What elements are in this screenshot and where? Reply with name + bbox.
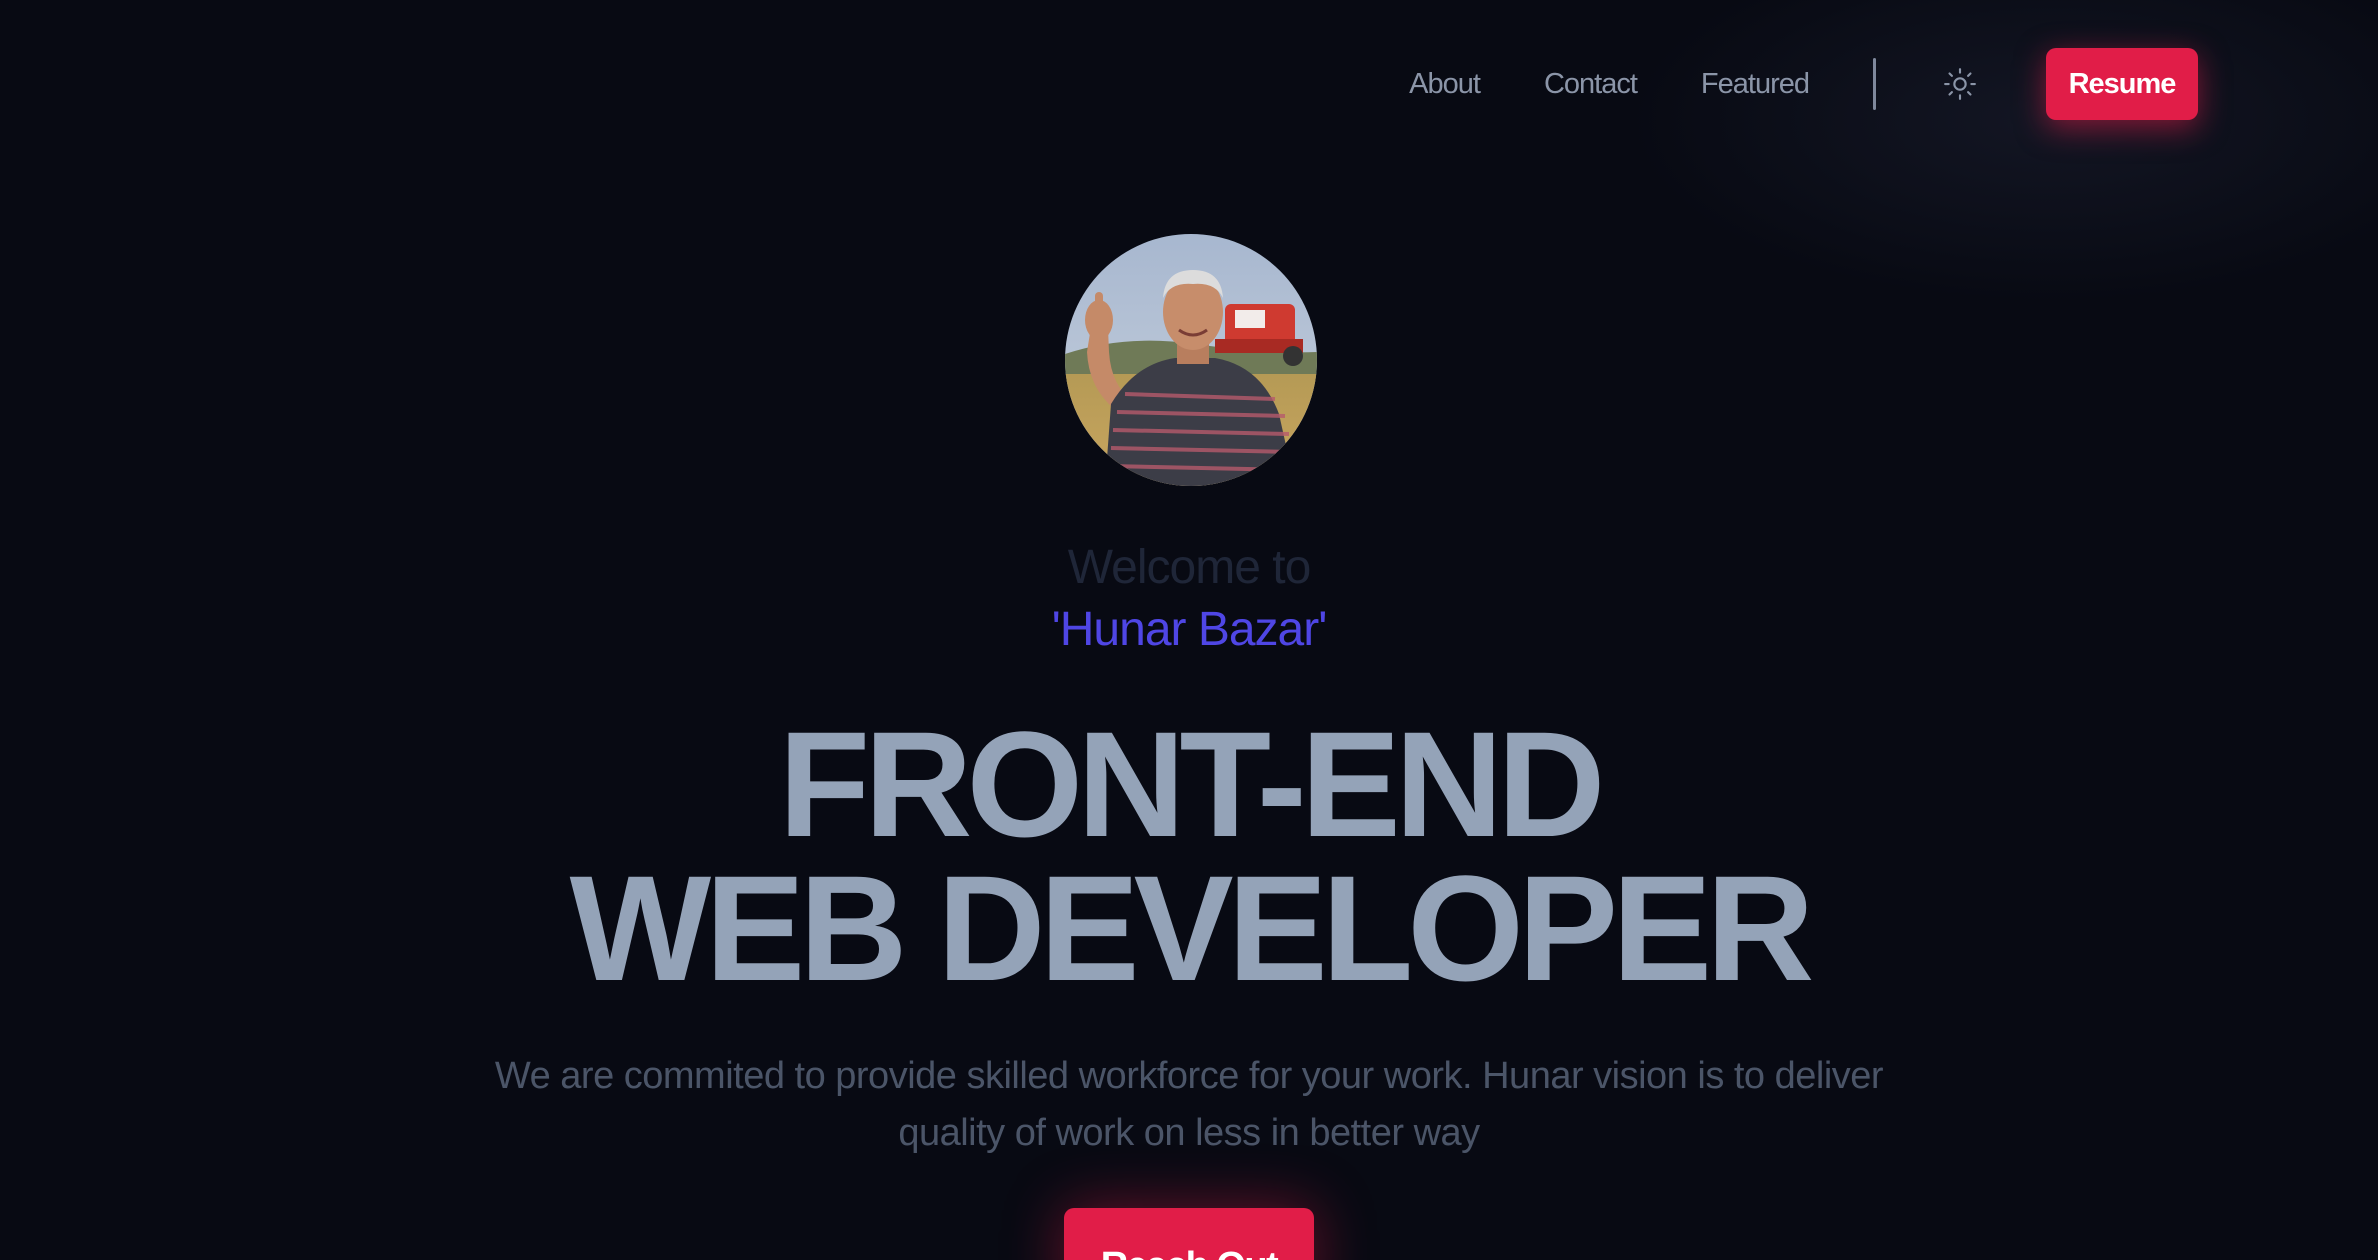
profile-photo bbox=[1065, 234, 1317, 486]
hero-headline: FRONT-END WEB DEVELOPER bbox=[0, 700, 2378, 1012]
page: About Contact Featured Resume Welcome to… bbox=[0, 0, 2378, 1260]
top-nav: About Contact Featured Resume bbox=[1409, 48, 2198, 120]
nav-link-about[interactable]: About bbox=[1409, 68, 1481, 101]
nav-link-contact[interactable]: Contact bbox=[1544, 68, 1638, 101]
headline-line-2: WEB DEVELOPER bbox=[569, 844, 1815, 1012]
resume-button[interactable]: Resume bbox=[2046, 48, 2198, 120]
headline-line-1: FRONT-END bbox=[778, 700, 1606, 868]
nav-divider bbox=[1873, 58, 1876, 110]
reach-out-button[interactable]: Reach Out bbox=[1064, 1208, 1314, 1260]
theme-toggle-button[interactable] bbox=[1940, 64, 1980, 104]
avatar bbox=[1065, 234, 1317, 486]
hero-tagline: We are commited to provide skilled workf… bbox=[494, 1055, 1884, 1154]
sun-icon bbox=[1944, 68, 1976, 100]
brand-name: 'Hunar Bazar' bbox=[1051, 603, 1328, 656]
nav-link-featured[interactable]: Featured bbox=[1701, 68, 1810, 101]
welcome-text: Welcome to bbox=[1067, 541, 1312, 594]
